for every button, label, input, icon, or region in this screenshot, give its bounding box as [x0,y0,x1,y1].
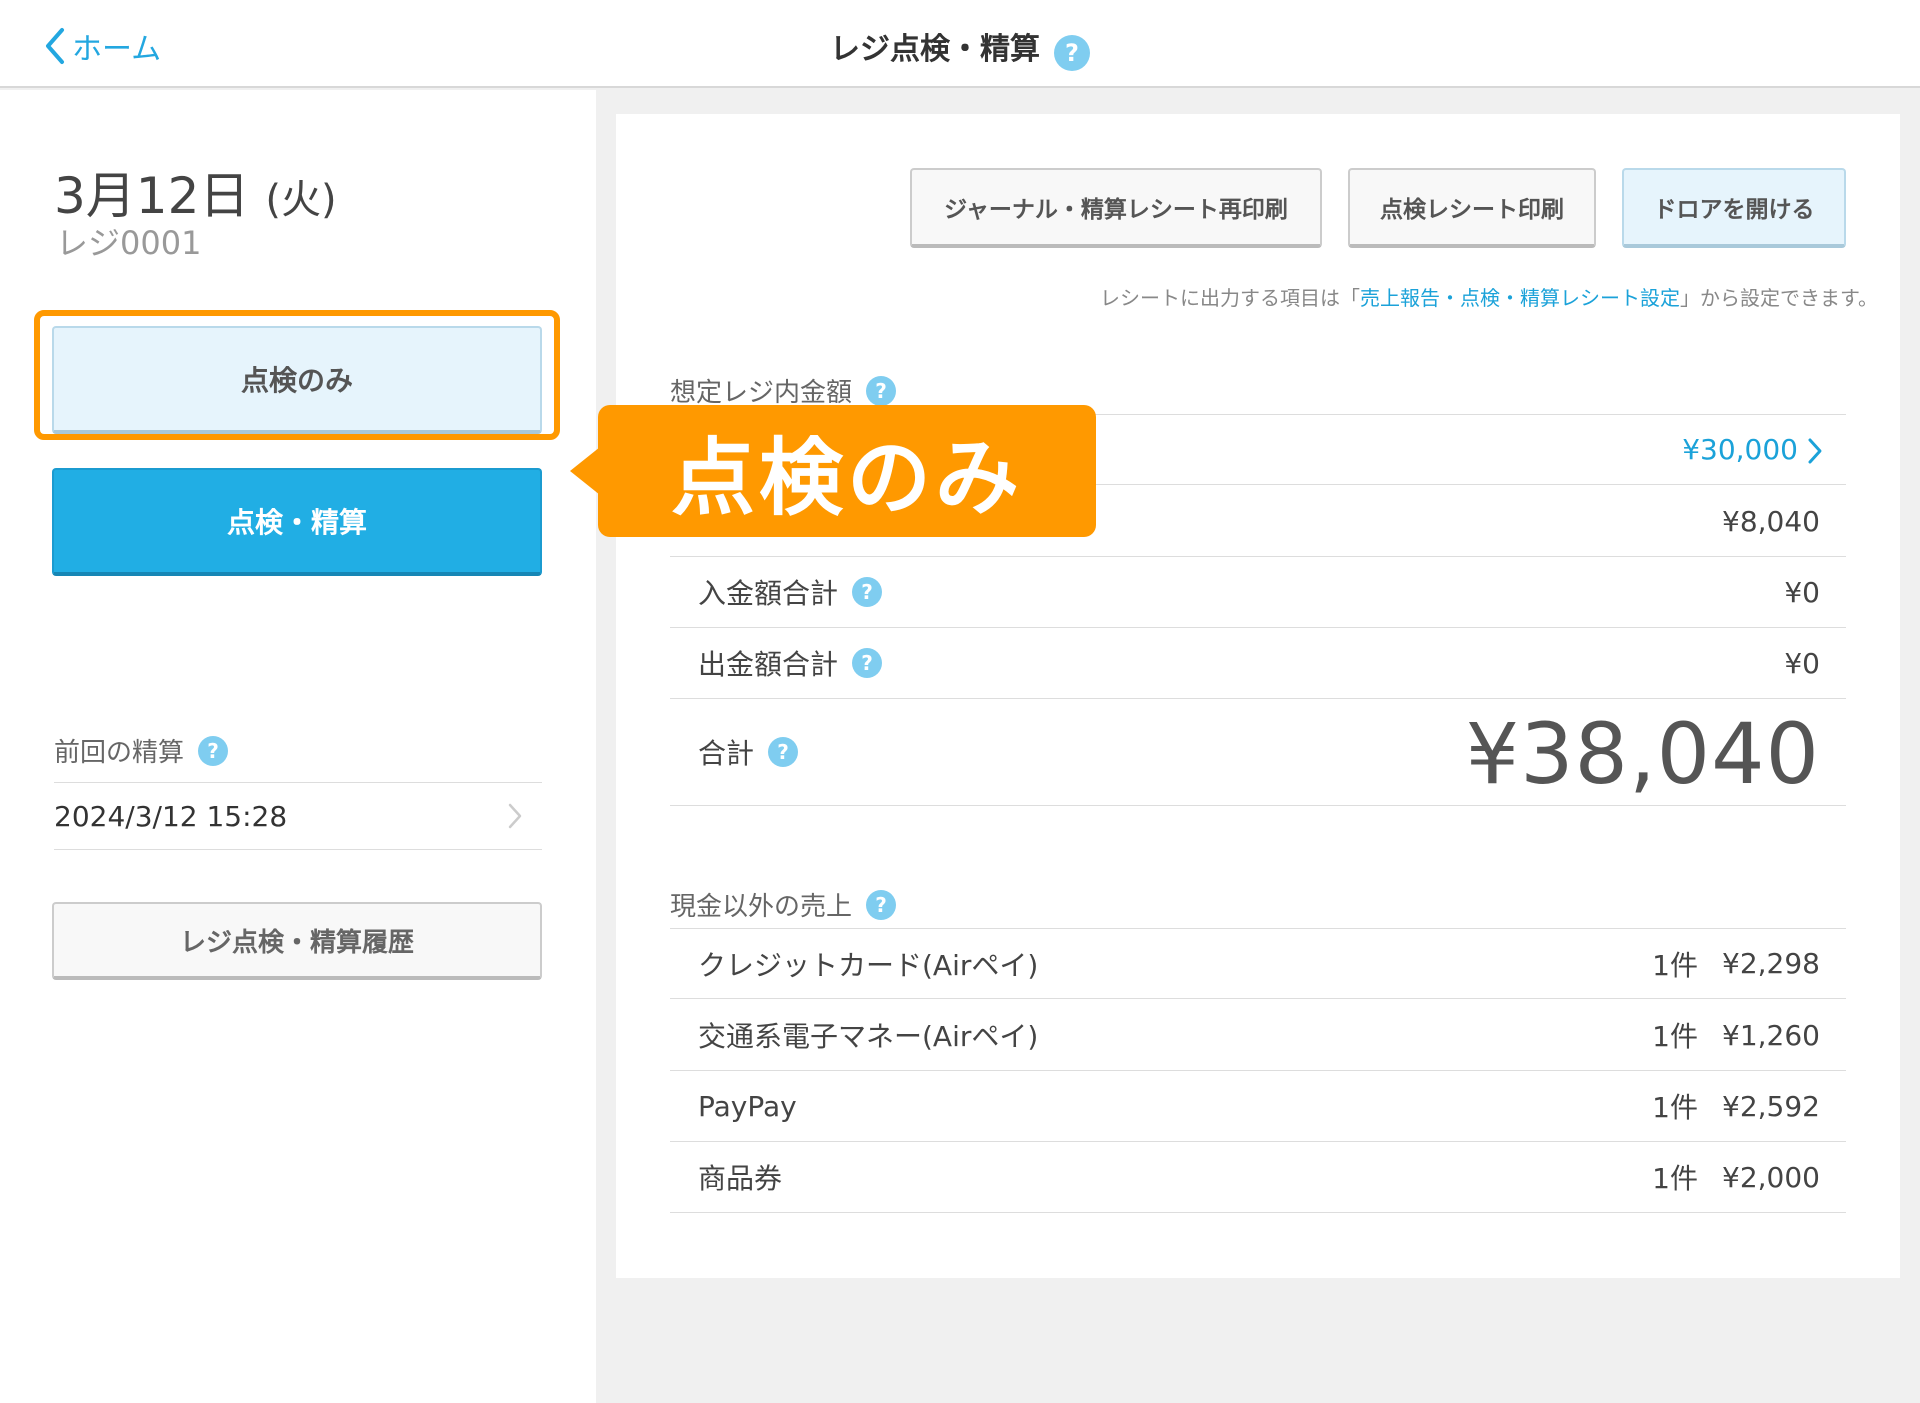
callout-pointer [570,447,600,495]
previous-settlement-text: 前回の精算 [54,738,185,768]
expected-amount-label: 想定レジ内金額? [670,372,897,409]
chevron-right-icon [508,803,522,829]
open-drawer-button[interactable]: ドロアを開ける [1622,168,1846,248]
deposit-total-amount: ¥0 [1784,575,1820,609]
page-title: レジ点検・精算? [0,24,1920,71]
note-before: レシートに出力する項目は「 [1100,286,1360,310]
non-cash-row: クレジットカード(Airペイ) 1件 ¥2,298 [670,928,1846,999]
date-weekday: (火) [265,177,337,223]
previous-settlement-label: 前回の精算? [54,732,229,769]
receipt-settings-link[interactable]: 売上報告・点検・精算レシート設定 [1360,286,1680,310]
deposit-total-label: 入金額合計? [698,572,883,612]
expected-row-2-amount: ¥8,040 [1722,504,1820,538]
check-and-settle-button[interactable]: 点検・精算 [52,468,542,576]
non-cash-row: 商品券 1件 ¥2,000 [670,1142,1846,1213]
payment-count: 1件 [1652,1020,1698,1053]
deposit-total-row: 入金額合計? ¥0 [670,557,1846,628]
payment-amount: ¥2,000 [1722,1160,1820,1194]
payment-method-name: クレジットカード(Airペイ) [698,948,1039,982]
non-cash-sales-text: 現金以外の売上 [670,892,853,922]
payment-amount: ¥2,592 [1722,1089,1820,1123]
print-check-receipt-button[interactable]: 点検レシート印刷 [1348,168,1596,248]
page-title-text: レジ点検・精算 [830,32,1040,67]
help-icon[interactable]: ? [852,648,883,678]
non-cash-sales-label: 現金以外の売上? [670,886,897,923]
help-icon[interactable]: ? [198,735,229,766]
payment-amount: ¥1,260 [1722,1018,1820,1052]
previous-settlement-time: 2024/3/12 15:28 [54,799,288,833]
non-cash-row: 交通系電子マネー(Airペイ) 1件 ¥1,260 [670,1000,1846,1071]
total-amount: ¥38,040 [1465,705,1820,803]
annotation-callout: 点検のみ [598,405,1096,537]
expected-amount-text: 想定レジ内金額 [670,378,853,408]
withdraw-total-label: 出金額合計? [698,643,883,683]
non-cash-row: PayPay 1件 ¥2,592 [670,1071,1846,1142]
date-main: 3月12日 [54,167,250,225]
expected-row-1-amount: ¥30,000 [1682,433,1798,466]
register-id: レジ0001 [56,224,202,262]
payment-method-name: 交通系電子マネー(Airペイ) [698,1020,1039,1053]
withdraw-total-text: 出金額合計 [698,648,839,681]
reprint-journal-button[interactable]: ジャーナル・精算レシート再印刷 [910,168,1322,248]
total-label: 合計? [698,732,799,772]
help-icon[interactable]: ? [866,889,897,920]
withdraw-total-amount: ¥0 [1784,646,1820,680]
note-after: 」から設定できます。 [1680,286,1878,310]
help-icon[interactable]: ? [866,375,897,406]
deposit-total-text: 入金額合計 [698,577,839,610]
payment-count: 1件 [1652,1091,1698,1124]
total-row: 合計? ¥38,040 [670,699,1846,806]
previous-settlement-row[interactable]: 2024/3/12 15:28 [54,782,542,850]
main-panel: ジャーナル・精算レシート再印刷 点検レシート印刷 ドロアを開ける レシートに出力… [616,114,1900,1278]
payment-count: 1件 [1652,1162,1698,1195]
payment-method-name: PayPay [698,1089,797,1123]
payment-count: 1件 [1652,948,1698,982]
withdraw-total-row: 出金額合計? ¥0 [670,628,1846,699]
help-icon[interactable]: ? [1054,35,1090,71]
help-icon[interactable]: ? [768,737,799,767]
receipt-settings-note: レシートに出力する項目は「売上報告・点検・精算レシート設定」から設定できます。 [1100,282,1878,311]
total-text: 合計 [698,737,755,770]
settlement-history-button[interactable]: レジ点検・精算履歴 [52,902,542,980]
check-only-button[interactable]: 点検のみ [52,326,542,434]
payment-amount: ¥2,298 [1722,947,1820,980]
chevron-right-icon [1808,438,1822,464]
top-bar: ホーム レジ点検・精算? [0,0,1920,88]
help-icon[interactable]: ? [852,577,883,607]
payment-method-name: 商品券 [698,1162,783,1195]
